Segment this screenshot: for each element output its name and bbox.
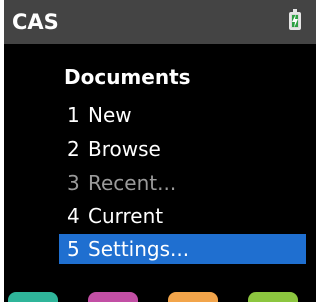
menu-item-number: 4	[67, 204, 80, 228]
menu-item-label: Current	[88, 204, 164, 228]
menu-item-number: 3	[67, 171, 80, 195]
menu-item-browse[interactable]: 2 Browse	[59, 134, 306, 164]
menu-item-settings[interactable]: 5 Settings...	[59, 234, 306, 264]
soft-key-teal[interactable]	[8, 292, 58, 302]
menu-item-number: 1	[67, 103, 80, 127]
soft-key-magenta[interactable]	[88, 292, 138, 302]
soft-key-green[interactable]	[248, 292, 298, 302]
menu-item-label: New	[88, 103, 132, 127]
menu-item-label: Recent...	[88, 171, 177, 195]
title-bar: CAS	[4, 0, 316, 44]
menu-item-number: 2	[67, 137, 80, 161]
menu-heading: Documents	[64, 65, 191, 89]
menu-item-new[interactable]: 1 New	[59, 100, 306, 130]
menu-item-label: Settings...	[88, 237, 190, 261]
menu-item-label: Browse	[88, 137, 161, 161]
charging-bolt-icon	[292, 14, 298, 28]
menu-item-recent: 3 Recent...	[59, 168, 306, 198]
soft-key-orange[interactable]	[168, 292, 218, 302]
menu-item-number: 5	[67, 237, 80, 261]
menu-item-current[interactable]: 4 Current	[59, 201, 306, 231]
battery-charging-icon	[289, 9, 301, 30]
calculator-screen: CAS Documents 1 New 2 Browse 3 Recent... 4C…	[4, 0, 316, 302]
app-title: CAS	[12, 10, 59, 34]
soft-key-row	[4, 292, 316, 302]
